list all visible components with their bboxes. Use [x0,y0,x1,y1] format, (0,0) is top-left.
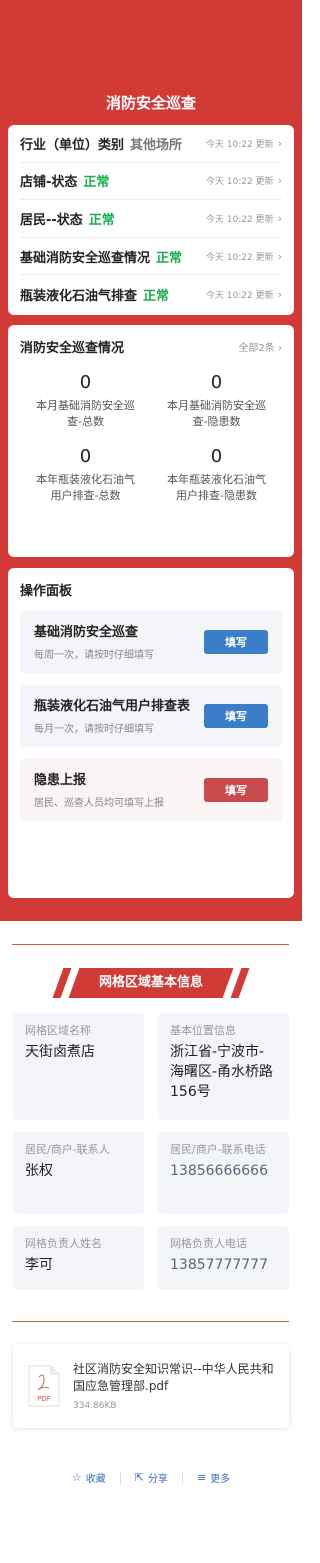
info-value: 李可 [25,1257,53,1273]
stat-year-lpg-total: 0 本年瓶装液化石油气用户排查-总数 [20,446,151,504]
stat-label: 本年瓶装液化石油气用户排查-总数 [36,473,135,502]
status-card: 行业（单位）类别 其他场所 今天 10:22 更新 › 店铺-状态 正常 今天 … [8,125,294,315]
op-title: 基础消防安全巡查 [34,625,139,640]
status-row-lpg-check[interactable]: 瓶装液化石油气排查 正常 今天 10:22 更新 › [20,275,282,313]
stat-year-lpg-hazards: 0 本年瓶装液化石油气用户排查-隐患数 [151,446,282,504]
patrol-stats-title: 消防安全巡查情况 [20,341,125,356]
op-lpg-check: 瓶装液化石油气用户排查表 每月一次，请按时仔细填写 填写 [20,685,282,747]
info-manager-phone: 网格负责人电话 13857777777 [158,1226,289,1290]
updated-time: 今天 10:22 更新 [205,177,274,188]
updated-time: 今天 10:22 更新 [205,252,274,263]
info-location: 基本位置信息 浙江省-宁波市-海曙区-甬水桥路156号 [158,1013,289,1120]
favorite-label: 收藏 [85,1474,106,1485]
op-basic-patrol: 基础消防安全巡查 每周一次，请按时仔细填写 填写 [20,611,282,673]
chevron-right-icon: › [277,287,282,301]
status-value: 其他场所 [130,137,183,153]
status-row-basic-patrol[interactable]: 基础消防安全巡查情况 正常 今天 10:22 更新 › [20,238,282,276]
status-value: 正常 [156,250,183,266]
op-title: 瓶装液化石油气用户排查表 [34,699,191,714]
stat-month-basic-total: 0 本月基础消防安全巡查-总数 [20,372,151,430]
pdf-file-icon: PDF [27,1364,61,1408]
grid-info-fields: 网格区域名称 天街卤煮店 基本位置信息 浙江省-宁波市-海曙区-甬水桥路156号… [13,1013,289,1302]
patrol-stats-card: 消防安全巡查情况 全部2条 › 0 本月基础消防安全巡查-总数 0 本月基础消防… [8,325,294,557]
share-icon: ⇱ [134,1471,144,1484]
status-label: 瓶装液化石油气排查 [20,288,138,304]
stat-value: 0 [79,372,92,393]
info-value: 张权 [25,1163,53,1179]
operation-panel-title: 操作面板 [20,584,73,599]
info-key: 网格负责人电话 [170,1237,247,1250]
menu-icon: ≡ [196,1471,207,1484]
op-title: 隐患上报 [34,773,87,788]
grid-info-title: 网格区域基本信息 [98,975,203,990]
grid-info-banner: 网格区域基本信息 [52,968,250,998]
star-icon: ☆ [71,1471,82,1484]
chevron-right-icon: › [277,211,282,225]
fill-hazard-report-button[interactable]: 填写 [204,778,268,802]
info-value[interactable]: 13856666666 [170,1161,277,1181]
page-title: 消防安全巡查 [105,94,196,112]
info-key: 网格区域名称 [25,1024,91,1037]
more-button[interactable]: ≡ 更多 [183,1470,244,1485]
status-label: 居民--状态 [20,212,83,228]
fill-lpg-check-button[interactable]: 填写 [204,704,268,728]
status-label: 基础消防安全巡查情况 [20,250,151,266]
info-grid-name: 网格区域名称 天街卤煮店 [13,1013,144,1120]
updated-time: 今天 10:22 更新 [205,214,274,225]
status-label: 店铺-状态 [20,175,78,191]
stat-month-basic-hazards: 0 本月基础消防安全巡查-隐患数 [151,372,282,430]
attachment-file[interactable]: PDF 社区消防安全知识常识--中华人民共和国应急管理部.pdf 334.86K… [13,1344,289,1428]
status-value: 正常 [88,212,115,228]
status-value: 正常 [143,288,170,304]
stat-value: 0 [79,446,92,467]
info-value[interactable]: 13857777777 [170,1255,277,1275]
stat-value: 0 [210,372,223,393]
more-label: 更多 [210,1474,231,1485]
info-key: 网格负责人姓名 [25,1237,102,1250]
stat-label: 本月基础消防安全巡查-总数 [36,399,135,428]
stat-label: 本年瓶装液化石油气用户排查-隐患数 [167,473,266,502]
chevron-right-icon: › [278,343,282,354]
status-row-category[interactable]: 行业（单位）类别 其他场所 今天 10:22 更新 › [20,125,282,163]
stat-label: 本月基础消防安全巡查-隐患数 [167,399,266,428]
status-value: 正常 [83,175,110,191]
operation-panel: 操作面板 基础消防安全巡查 每周一次，请按时仔细填写 填写 瓶装液化石油气用户排… [8,568,294,898]
updated-time: 今天 10:22 更新 [205,139,274,150]
fill-basic-patrol-button[interactable]: 填写 [204,630,268,654]
info-value: 浙江省-宁波市-海曙区-甬水桥路156号 [170,1044,274,1100]
file-name[interactable]: 社区消防安全知识常识--中华人民共和国应急管理部.pdf [73,1361,275,1395]
op-subtitle: 每周一次，请按时仔细填写 [34,650,154,661]
stat-value: 0 [210,446,223,467]
share-label: 分享 [147,1474,168,1485]
info-key: 居民/商户-联系电话 [170,1143,266,1156]
status-row-resident[interactable]: 居民--状态 正常 今天 10:22 更新 › [20,200,282,238]
info-key: 基本位置信息 [170,1024,236,1037]
file-size: 334.86KB [73,1401,117,1411]
chevron-right-icon: › [277,249,282,263]
section-divider [12,944,289,945]
info-contact-name: 居民/商户-联系人 张权 [13,1132,144,1214]
header-background: 消防安全巡查 行业（单位）类别 其他场所 今天 10:22 更新 › 店铺-状态… [0,0,302,921]
bottom-action-bar: ☆ 收藏 ⇱ 分享 ≡ 更多 [0,1470,302,1485]
info-key: 居民/商户-联系人 [25,1143,110,1156]
chevron-right-icon: › [277,174,282,188]
op-subtitle: 居民、巡查人员均可填写上报 [34,798,164,809]
share-button[interactable]: ⇱ 分享 [121,1470,182,1485]
info-value: 天街卤煮店 [25,1044,95,1060]
info-manager-name: 网格负责人姓名 李可 [13,1226,144,1290]
op-subtitle: 每月一次，请按时仔细填写 [34,724,154,735]
status-label: 行业（单位）类别 [20,137,125,153]
updated-time: 今天 10:22 更新 [205,290,274,301]
view-all-link[interactable]: 全部2条 › [238,339,282,354]
status-row-shop[interactable]: 店铺-状态 正常 今天 10:22 更新 › [20,163,282,201]
op-hazard-report: 隐患上报 居民、巡查人员均可填写上报 填写 [20,759,282,821]
svg-text:PDF: PDF [37,1395,51,1403]
chevron-right-icon: › [277,136,282,150]
section-divider [12,1321,289,1322]
favorite-button[interactable]: ☆ 收藏 [58,1470,120,1485]
info-contact-phone: 居民/商户-联系电话 13856666666 [158,1132,289,1214]
